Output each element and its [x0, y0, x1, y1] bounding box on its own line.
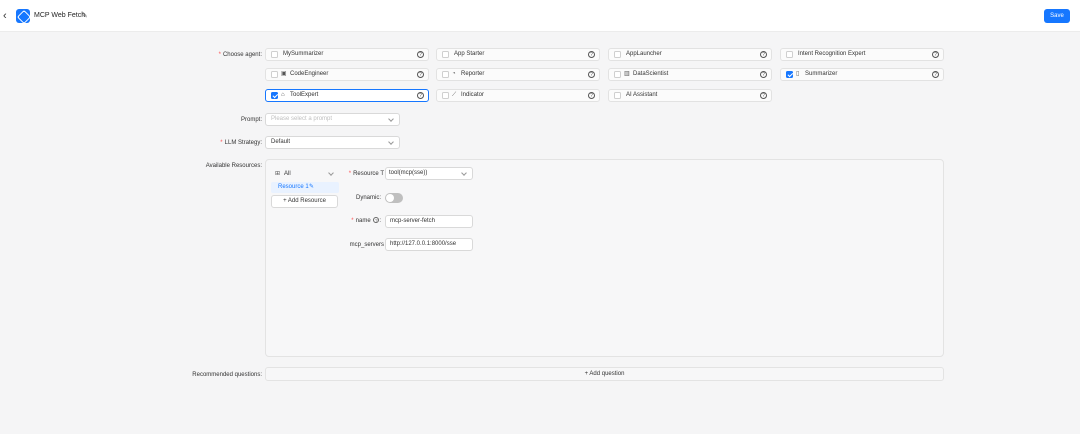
help-icon[interactable]: ? — [760, 71, 767, 78]
back-arrow-icon[interactable]: ‹ — [3, 10, 13, 22]
agent-card[interactable]: MySummarizer? — [265, 48, 429, 61]
agent-checkbox[interactable] — [614, 92, 621, 99]
help-icon[interactable]: ? — [588, 92, 595, 99]
app-logo-icon — [16, 9, 30, 23]
agent-checkbox[interactable] — [442, 92, 449, 99]
mcp-servers-input[interactable]: http://127.0.0.1:8000/sse — [385, 238, 473, 251]
choose-agent-label: * Choose agent: — [218, 52, 262, 58]
agent-checkbox[interactable] — [614, 51, 621, 58]
agent-icon: ⌂ — [281, 92, 285, 98]
name-input-value: mcp-server-fetch — [390, 218, 436, 224]
help-icon[interactable]: ? — [760, 92, 767, 99]
agent-icon: ◔ — [452, 71, 456, 77]
mcp-servers-label: mcp_servers — [349, 242, 384, 248]
help-icon[interactable]: ? — [932, 71, 939, 78]
chevron-down-icon — [461, 170, 467, 176]
agent-name: Indicator — [461, 92, 485, 98]
agent-card[interactable]: ▯ Summarizer? — [780, 68, 944, 81]
add-resource-button[interactable]: + Add Resource — [271, 195, 338, 208]
agent-card[interactable]: ◔ Reporter? — [436, 68, 600, 81]
agent-checkbox[interactable] — [271, 71, 278, 78]
add-question-button[interactable]: + Add question — [265, 367, 944, 381]
app-title: MCP Web Fetch — [34, 12, 86, 19]
agent-checkbox[interactable] — [442, 51, 449, 58]
agent-card[interactable]: ⟋ Indicator? — [436, 89, 600, 102]
agent-name: DataScientist — [633, 71, 669, 77]
agent-card[interactable]: AppLauncher? — [608, 48, 772, 61]
agent-name: Intent Recognition Expert — [798, 51, 866, 57]
edit-resource-icon[interactable]: ✎ — [309, 183, 314, 192]
agent-checkbox[interactable] — [786, 51, 793, 58]
agent-checkbox[interactable] — [786, 71, 793, 78]
help-icon[interactable]: ? — [417, 71, 424, 78]
agent-checkbox[interactable] — [442, 71, 449, 78]
prompt-label: Prompt: — [240, 117, 262, 123]
resource-item-label: Resource 1 — [278, 184, 309, 190]
help-icon[interactable]: ? — [760, 51, 767, 58]
agent-name: CodeEngineer — [290, 71, 329, 77]
help-icon[interactable]: ? — [932, 51, 939, 58]
resource-type-select[interactable]: tool(mcp(sse)) — [385, 167, 473, 180]
chevron-down-icon — [388, 116, 394, 122]
resource-item[interactable]: Resource 1 ✎ — [271, 182, 339, 193]
help-icon[interactable]: ? — [417, 51, 424, 58]
chevron-down-icon — [388, 139, 394, 145]
name-label: * name ?: — [351, 217, 381, 224]
save-button[interactable]: Save — [1044, 9, 1070, 23]
llm-strategy-label: * LLM Strategy: — [220, 140, 262, 146]
mcp-servers-value: http://127.0.0.1:8000/sse — [390, 241, 457, 247]
agent-checkbox[interactable] — [614, 71, 621, 78]
agent-icon: ⟋ — [452, 92, 457, 98]
agent-card[interactable]: ▣ CodeEngineer? — [265, 68, 429, 81]
agent-icon: ▥ — [624, 71, 630, 77]
agent-checkbox[interactable] — [271, 92, 278, 99]
available-resources-label: Available Resources: — [205, 163, 262, 169]
dynamic-toggle[interactable] — [385, 193, 403, 203]
agent-card[interactable]: ⌂ ToolExpert? — [265, 89, 429, 102]
agent-name: Reporter — [461, 71, 485, 77]
prompt-placeholder: Please select a prompt — [271, 116, 333, 122]
agent-card[interactable]: App Starter? — [436, 48, 600, 61]
edit-title-icon[interactable]: ✎ — [81, 11, 88, 21]
agent-name: AI Assistant — [626, 92, 658, 98]
resource-type-label: * Resource T — [348, 171, 384, 177]
resource-filter-select[interactable]: ⊞ All — [271, 169, 337, 180]
agent-name: ToolExpert — [290, 92, 319, 98]
grid-icon: ⊞ — [275, 171, 281, 177]
agent-icon: ▣ — [281, 71, 287, 77]
agent-name: MySummarizer — [283, 51, 324, 57]
dynamic-label: Dynamic: — [355, 195, 381, 201]
recommended-questions-label: Recommended questions: — [192, 372, 262, 378]
agent-card[interactable]: Intent Recognition Expert? — [780, 48, 944, 61]
agent-card[interactable]: ▥ DataScientist? — [608, 68, 772, 81]
help-icon[interactable]: ? — [588, 71, 595, 78]
top-bar: ‹ MCP Web Fetch ✎ Save — [0, 0, 1080, 32]
agent-name: AppLauncher — [626, 51, 662, 57]
llm-strategy-select[interactable]: Default — [265, 136, 400, 149]
help-icon[interactable]: ? — [417, 92, 424, 99]
prompt-select[interactable]: Please select a prompt — [265, 113, 400, 126]
name-input[interactable]: mcp-server-fetch — [385, 215, 473, 228]
agent-card[interactable]: AI Assistant? — [608, 89, 772, 102]
agent-icon: ▯ — [796, 71, 800, 77]
resource-type-value: tool(mcp(sse)) — [389, 170, 428, 176]
resources-panel — [265, 159, 944, 357]
agent-checkbox[interactable] — [271, 51, 278, 58]
resource-filter-value: All — [284, 171, 291, 177]
help-icon[interactable]: ? — [588, 51, 595, 58]
agent-name: Summarizer — [805, 71, 838, 77]
agent-name: App Starter — [454, 51, 485, 57]
llm-strategy-value: Default — [271, 139, 291, 145]
